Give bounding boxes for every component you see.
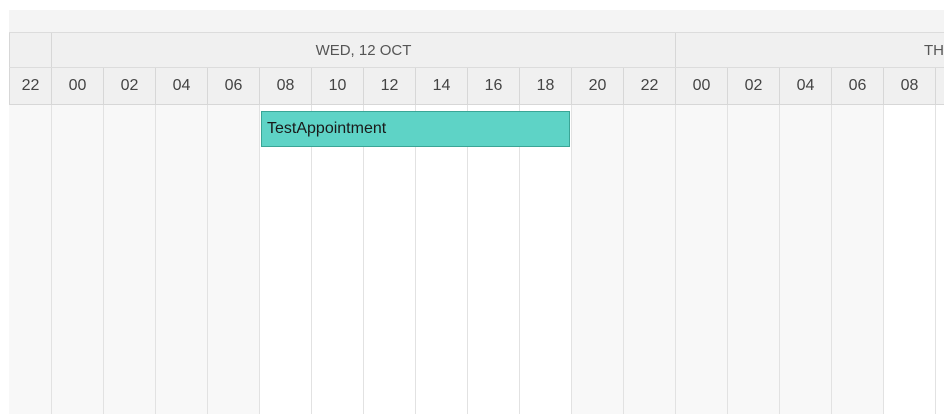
grid-line bbox=[623, 105, 624, 414]
date-header-prev bbox=[9, 33, 51, 67]
grid-line bbox=[779, 105, 780, 414]
grid-line bbox=[519, 105, 520, 414]
hour-cell: 00 bbox=[51, 68, 103, 104]
hour-cell: 12 bbox=[363, 68, 415, 104]
hour-cell: 08 bbox=[883, 68, 935, 104]
grid-line bbox=[207, 105, 208, 414]
hour-cell: 06 bbox=[207, 68, 259, 104]
grid-line bbox=[935, 105, 936, 414]
hour-cell: 02 bbox=[103, 68, 155, 104]
hour-cell: 02 bbox=[727, 68, 779, 104]
grid-line bbox=[259, 105, 260, 414]
timeline-body[interactable] bbox=[9, 105, 944, 414]
grid-line bbox=[51, 105, 52, 414]
hour-header-row: 22 00 02 04 06 08 10 12 14 16 18 20 22 0… bbox=[9, 68, 944, 105]
hour-cell: 04 bbox=[779, 68, 831, 104]
grid-line bbox=[675, 105, 676, 414]
grid-line bbox=[415, 105, 416, 414]
header-band bbox=[9, 10, 944, 32]
hour-cell: 06 bbox=[831, 68, 883, 104]
hour-cell: 18 bbox=[519, 68, 571, 104]
grid-line bbox=[831, 105, 832, 414]
grid-line bbox=[571, 105, 572, 414]
grid-line bbox=[103, 105, 104, 414]
appointment-title: TestAppointment bbox=[267, 120, 387, 137]
hour-cell: 20 bbox=[571, 68, 623, 104]
hour-cell: 14 bbox=[415, 68, 467, 104]
date-header-thu: TH bbox=[675, 33, 944, 67]
grid-line bbox=[467, 105, 468, 414]
grid-line bbox=[883, 105, 884, 414]
grid-line bbox=[727, 105, 728, 414]
hour-cell: 00 bbox=[675, 68, 727, 104]
scheduler-timeline: WED, 12 OCT TH 22 00 02 04 06 08 10 12 1… bbox=[0, 0, 944, 414]
hour-cell: 08 bbox=[259, 68, 311, 104]
grid-line bbox=[311, 105, 312, 414]
hour-cell: 22 bbox=[623, 68, 675, 104]
hour-cell: 10 bbox=[311, 68, 363, 104]
hour-cell: 22 bbox=[9, 68, 51, 104]
grid-line bbox=[363, 105, 364, 414]
date-header-wed: WED, 12 OCT bbox=[51, 33, 675, 67]
hour-cell-partial bbox=[935, 68, 944, 104]
date-header-row: WED, 12 OCT TH bbox=[9, 32, 944, 68]
appointment-testappointment[interactable]: TestAppointment bbox=[261, 111, 570, 147]
hour-cell: 04 bbox=[155, 68, 207, 104]
top-strip bbox=[0, 0, 944, 10]
hour-cell: 16 bbox=[467, 68, 519, 104]
grid-line bbox=[155, 105, 156, 414]
